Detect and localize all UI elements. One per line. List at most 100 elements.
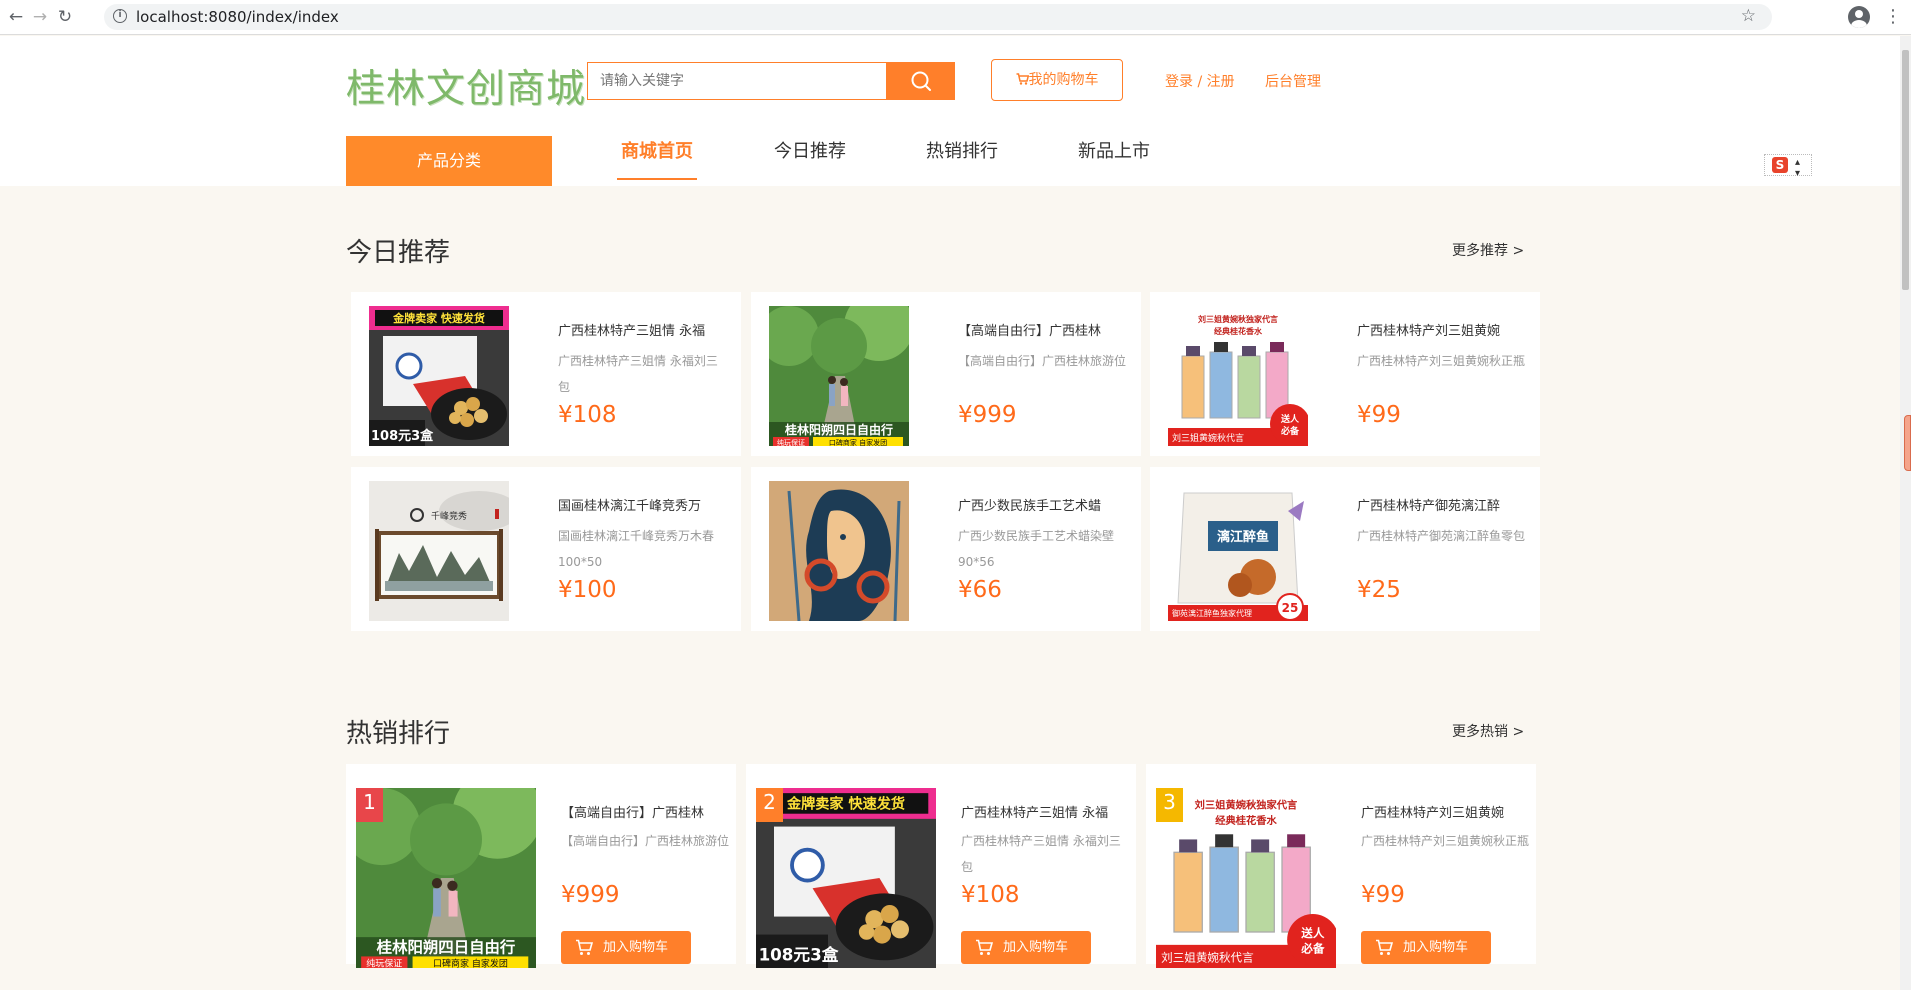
forward-arrow-icon[interactable]: →	[30, 7, 50, 27]
side-widget-handle[interactable]	[1904, 415, 1911, 471]
rank-badge: 3	[1156, 788, 1183, 822]
svg-text:千峰竞秀: 千峰竞秀	[431, 510, 467, 522]
back-arrow-icon[interactable]: ←	[6, 7, 26, 27]
product-price: ¥999	[561, 882, 620, 908]
image-caption-text: 桂林阳朔四日自由行	[784, 422, 893, 437]
search-input[interactable]	[588, 63, 878, 99]
product-image-painting[interactable]: 千峰竞秀	[369, 481, 509, 621]
sogou-ime-icon: S	[1772, 157, 1788, 173]
add-to-cart-button[interactable]: 加入购物车	[961, 931, 1091, 964]
product-name[interactable]: 广西桂林特产刘三姐黄婉	[1357, 320, 1527, 339]
rank-badge: 2	[756, 788, 783, 822]
product-name[interactable]: 广西桂林特产三姐情 永福	[558, 320, 728, 339]
product-desc: 【高端自由行】广西桂林旅游位	[561, 834, 730, 848]
product-price: ¥99	[1357, 402, 1401, 428]
my-cart-button[interactable]: 我的购物车	[991, 59, 1123, 101]
hot-product-card[interactable]: 刘三姐黄婉秋独家代言 经典桂花香水 刘三姐黄婉秋代言 送人 必备 3 广西桂林特…	[1146, 764, 1536, 968]
more-hot-link[interactable]: 更多热销 >	[1452, 721, 1524, 741]
svg-text:刘三姐黄婉秋独家代言: 刘三姐黄婉秋独家代言	[1195, 799, 1298, 812]
product-name[interactable]: 广西桂林特产御苑漓江醉	[1357, 495, 1527, 514]
product-card[interactable]: 广西少数民族手工艺术蜡 广西少数民族手工艺术蜡染壁90*56 ¥66	[751, 467, 1141, 631]
svg-text:刘三姐黄婉秋代言: 刘三姐黄婉秋代言	[1172, 432, 1244, 444]
product-card[interactable]: 漓江醉鱼 御苑漓江醉鱼独家代理 25 广西桂林特产御苑漓江醉 广西桂林特产御苑漓…	[1150, 467, 1540, 631]
product-image-travel[interactable]: 桂林阳朔四日自由行 纯玩保证 口碑商家 自家发团	[769, 306, 909, 446]
ime-dropdown-icon: ▴ ▾	[1795, 157, 1801, 179]
search-button[interactable]	[887, 62, 955, 100]
rank-badge: 1	[356, 788, 383, 822]
product-card[interactable]: 桂林阳朔四日自由行 纯玩保证 口碑商家 自家发团 【高端自由行】广西桂林 【高端…	[751, 292, 1141, 456]
product-name[interactable]: 广西少数民族手工艺术蜡	[958, 495, 1128, 514]
site-logo[interactable]: 桂林文创商城	[346, 58, 586, 114]
add-to-cart-label: 加入购物车	[1003, 940, 1069, 955]
product-image-snack-box[interactable]: 金牌卖家 快速发货 108元3盒	[369, 306, 509, 446]
recommend-section-title: 今日推荐	[346, 238, 451, 268]
scrollbar-thumb[interactable]	[1902, 50, 1909, 290]
product-image-perfume[interactable]: 刘三姐黄婉秋独家代言 经典桂花香水 刘三姐黄婉秋代言 送人 必备	[1168, 306, 1308, 446]
product-desc: 广西桂林特产刘三姐黄婉秋正瓶	[1361, 834, 1530, 848]
cart-icon	[976, 939, 993, 955]
product-desc: 【高端自由行】广西桂林旅游位	[958, 354, 1126, 368]
product-card[interactable]: 千峰竞秀 国画桂林漓江千峰竞秀万 国画桂林漓江千峰竞秀万木春100*50 ¥10…	[351, 467, 741, 631]
product-name[interactable]: 【高端自由行】广西桂林	[561, 802, 733, 821]
svg-text:御苑漓江醉鱼独家代理: 御苑漓江醉鱼独家代理	[1172, 608, 1252, 618]
admin-link[interactable]: 后台管理	[1265, 71, 1321, 91]
product-desc: 国画桂林漓江千峰竞秀万木春100*50	[558, 529, 715, 569]
product-name[interactable]: 【高端自由行】广西桂林	[958, 320, 1128, 339]
product-image-snack-box[interactable]: 金牌卖家 快速发货 108元3盒 2	[756, 788, 936, 968]
cart-icon	[576, 939, 593, 955]
more-recommend-link[interactable]: 更多推荐 >	[1452, 240, 1524, 260]
page-scrollbar[interactable]	[1900, 36, 1911, 990]
bookmark-star-icon[interactable]: ☆	[1741, 6, 1756, 26]
svg-text:金牌卖家 快速发货: 金牌卖家 快速发货	[786, 796, 905, 813]
product-name[interactable]: 国画桂林漓江千峰竞秀万	[558, 495, 728, 514]
cart-icon	[1016, 73, 1029, 85]
add-to-cart-button[interactable]: 加入购物车	[561, 931, 691, 964]
product-desc: 广西桂林特产御苑漓江醉鱼零包	[1357, 529, 1525, 543]
profile-avatar-icon[interactable]	[1848, 6, 1870, 28]
ime-toolbar[interactable]: S ▴ ▾	[1764, 154, 1812, 179]
svg-text:经典桂花香水: 经典桂花香水	[1215, 814, 1277, 827]
add-to-cart-label: 加入购物车	[603, 940, 669, 955]
svg-text:口碑商家 自家发团: 口碑商家 自家发团	[829, 438, 887, 446]
product-desc: 广西桂林特产刘三姐黄婉秋正瓶	[1357, 354, 1525, 368]
image-price-text: 108元3盒	[371, 428, 434, 444]
product-desc: 广西桂林特产三姐情 永福刘三包	[558, 354, 718, 394]
login-register-link[interactable]: 登录 / 注册	[1165, 71, 1235, 91]
cart-icon	[1376, 939, 1393, 955]
hot-section-title: 热销排行	[346, 719, 451, 749]
svg-text:25: 25	[1282, 601, 1299, 615]
nav-today-recommend[interactable]: 今日推荐	[774, 138, 846, 180]
product-image-travel[interactable]: 桂林阳朔四日自由行 纯玩保证 口碑商家 自家发团 1	[356, 788, 536, 968]
add-to-cart-button[interactable]: 加入购物车	[1361, 931, 1491, 964]
product-desc: 广西桂林特产三姐情 永福刘三包	[961, 834, 1121, 874]
browser-toolbar: ← → ↻ i localhost:8080/index/index ☆ ⋮	[0, 0, 1911, 35]
product-image-perfume[interactable]: 刘三姐黄婉秋独家代言 经典桂花香水 刘三姐黄婉秋代言 送人 必备 3	[1156, 788, 1336, 968]
svg-text:送人: 送人	[1280, 413, 1300, 425]
product-image-fish-snack[interactable]: 漓江醉鱼 御苑漓江醉鱼独家代理 25	[1168, 481, 1308, 621]
reload-icon[interactable]: ↻	[55, 7, 75, 27]
hot-product-card[interactable]: 桂林阳朔四日自由行 纯玩保证 口碑商家 自家发团 1 【高端自由行】广西桂林 【…	[346, 764, 736, 968]
svg-text:送人: 送人	[1300, 926, 1325, 940]
product-category-button[interactable]: 产品分类	[346, 136, 552, 186]
search-icon	[911, 71, 931, 91]
url-text[interactable]: localhost:8080/index/index	[136, 8, 339, 26]
address-bar[interactable]: i localhost:8080/index/index ☆	[104, 4, 1772, 30]
hot-product-card[interactable]: 金牌卖家 快速发货 108元3盒 2 广西桂林特产三姐情 永福 广西桂林特产三姐…	[746, 764, 1136, 968]
product-name[interactable]: 广西桂林特产三姐情 永福	[961, 802, 1133, 821]
product-image-batik[interactable]	[769, 481, 909, 621]
nav-new-arrivals[interactable]: 新品上市	[1078, 138, 1150, 180]
product-card[interactable]: 金牌卖家 快速发货 108元3盒 广西桂林特产三姐情 永福 广西桂林特产三姐情 …	[351, 292, 741, 456]
nav-home[interactable]: 商城首页	[617, 138, 697, 180]
product-card[interactable]: 刘三姐黄婉秋独家代言 经典桂花香水 刘三姐黄婉秋代言 送人 必备 广西桂林特产刘…	[1150, 292, 1540, 456]
svg-text:必备: 必备	[1300, 942, 1325, 956]
svg-text:漓江醉鱼: 漓江醉鱼	[1217, 529, 1269, 545]
info-icon[interactable]: i	[113, 9, 127, 23]
svg-text:纯玩保证: 纯玩保证	[777, 438, 805, 446]
product-name[interactable]: 广西桂林特产刘三姐黄婉	[1361, 802, 1533, 821]
product-price: ¥99	[1361, 882, 1405, 908]
browser-menu-icon[interactable]: ⋮	[1884, 7, 1902, 27]
svg-text:必备: 必备	[1280, 425, 1300, 437]
product-desc: 广西少数民族手工艺术蜡染壁90*56	[958, 529, 1115, 569]
nav-hot-ranking[interactable]: 热销排行	[926, 138, 998, 180]
svg-text:经典桂花香水: 经典桂花香水	[1214, 326, 1263, 336]
